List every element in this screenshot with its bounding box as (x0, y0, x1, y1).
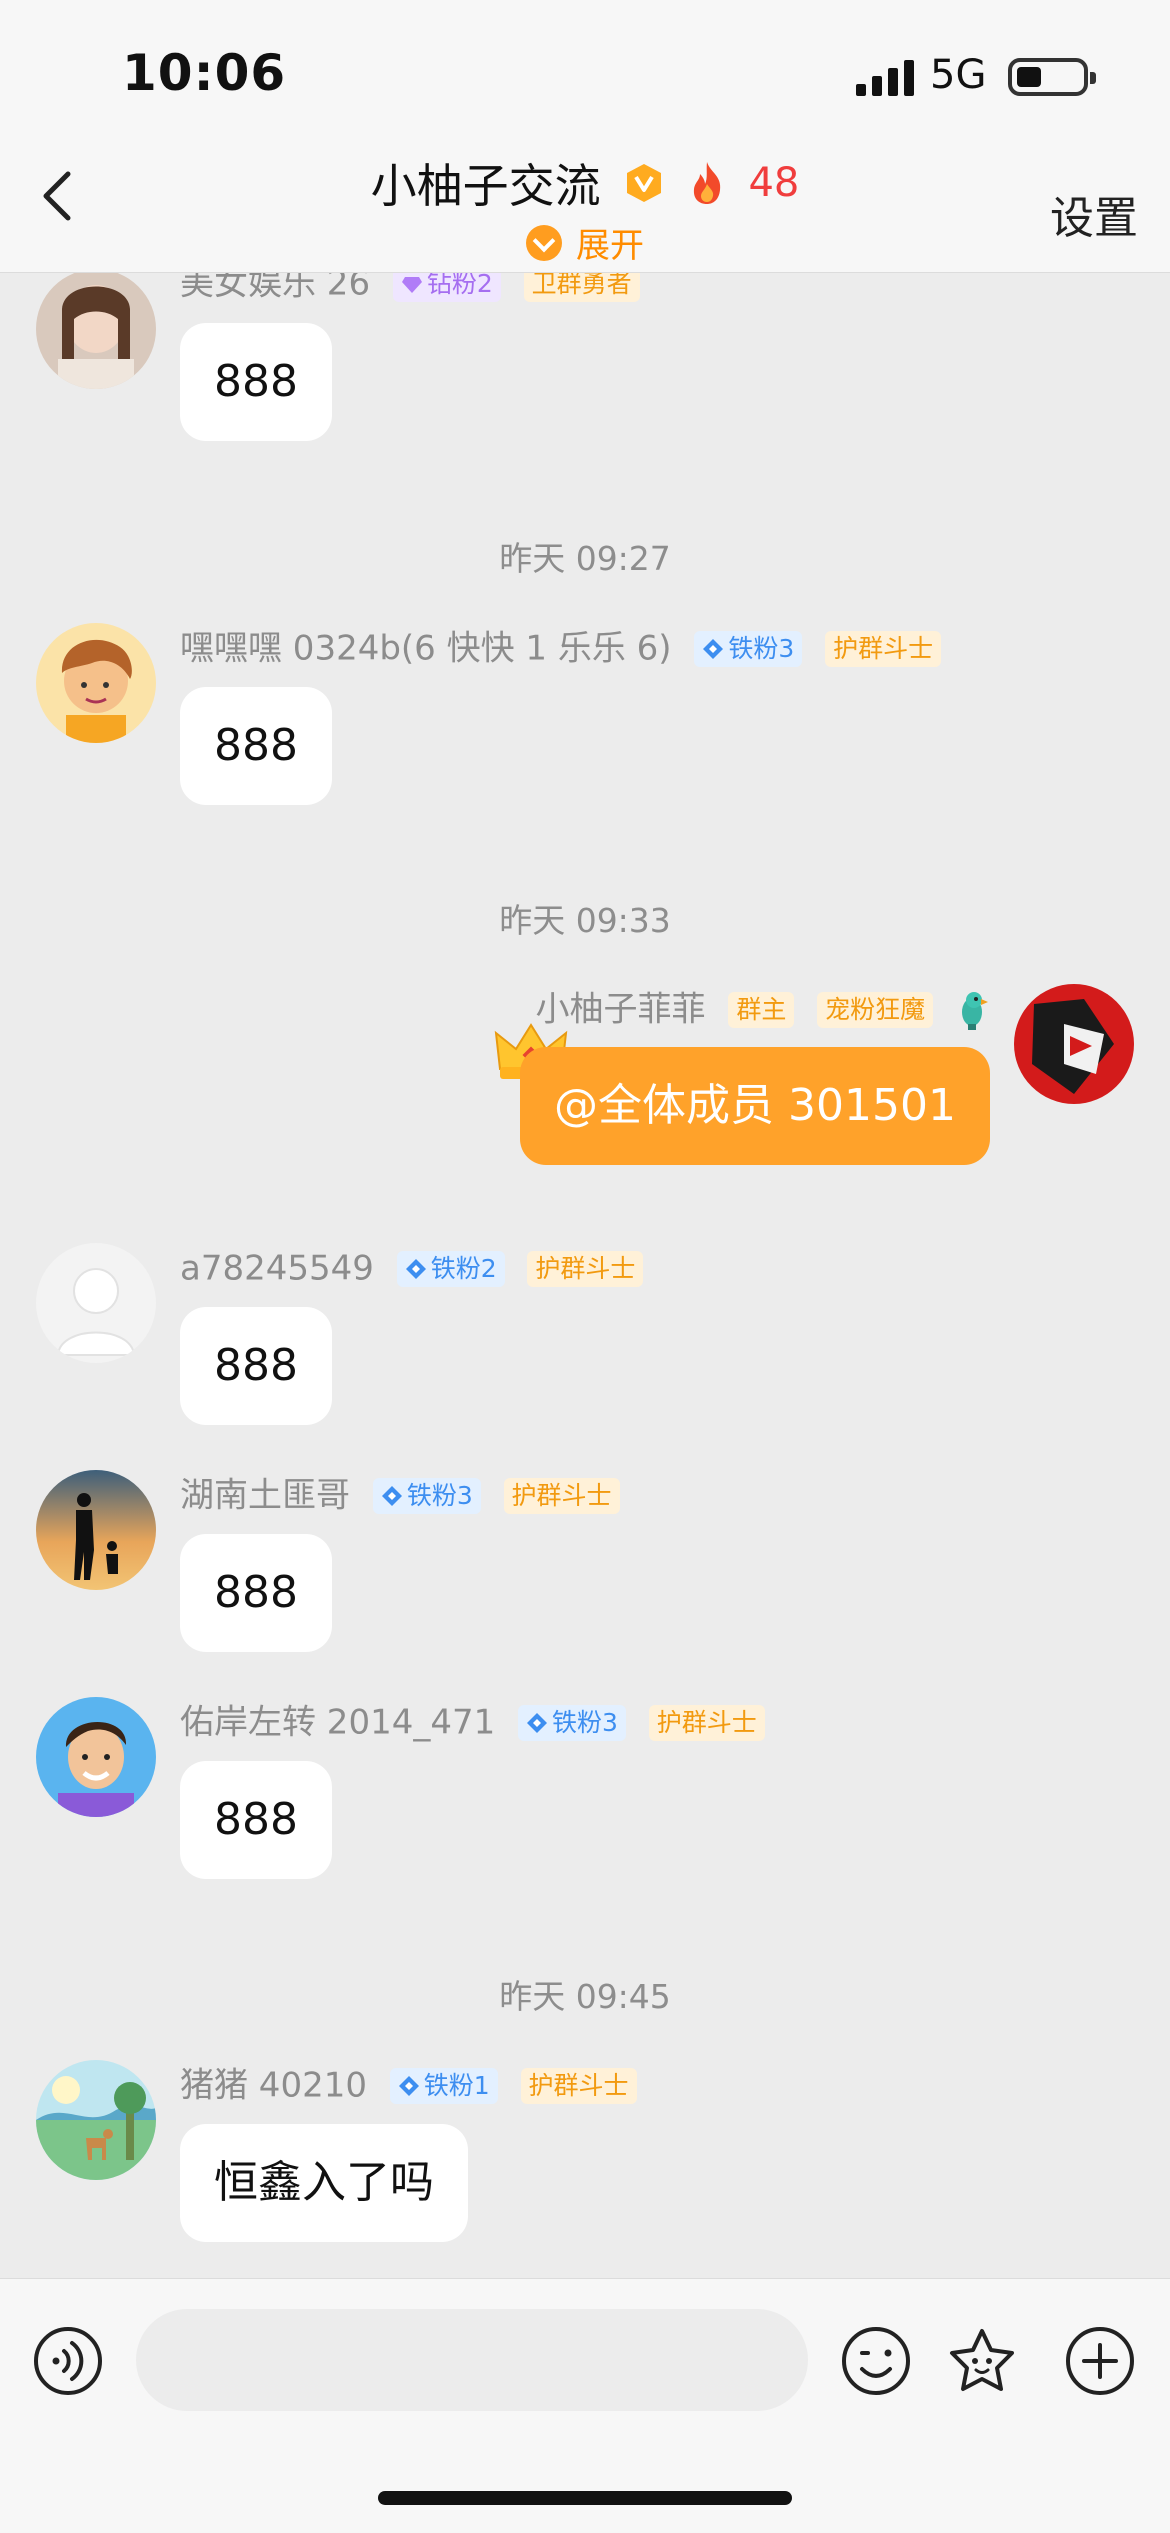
diamond-icon (405, 1258, 426, 1279)
fire-icon (693, 162, 721, 204)
avatar[interactable] (1014, 984, 1134, 1104)
sender-name[interactable]: 嘿嘿嘿 0324b(6 快快 1 乐乐 6) (180, 629, 672, 669)
diamond-icon (401, 276, 422, 293)
status-bar: 10:06 5G (0, 0, 1170, 140)
network-label: 5G (930, 52, 987, 98)
message-bubble[interactable]: 888 (180, 1761, 332, 1879)
avatar-landscape-deer (36, 2060, 156, 2180)
star-sticker-icon[interactable] (946, 2325, 1018, 2397)
timestamp: 昨天 09:45 (499, 1977, 671, 2016)
owner-badge: 群主 (728, 991, 795, 1028)
sender-name[interactable]: 佑岸左转 2014_471 (180, 1703, 495, 1743)
chat-title: 小柚子交流 (370, 159, 601, 213)
chat-header: 小柚子交流 48 展开 设置 (0, 140, 1170, 273)
role-badge: 护群斗士 (527, 1250, 644, 1287)
fan-level-badge: 铁粉3 (372, 1477, 481, 1514)
settings-button[interactable]: 设置 (1050, 182, 1138, 246)
avatar[interactable] (36, 1470, 156, 1590)
status-time: 10:06 (122, 44, 287, 102)
role-badge: 护群斗士 (520, 2067, 637, 2104)
avatar[interactable] (36, 1697, 156, 1817)
role-badge: 卫群勇者 (523, 273, 640, 302)
timestamp: 昨天 09:33 (499, 901, 671, 940)
sender-meta: 湖南土匪哥 铁粉3 护群斗士 (180, 1473, 620, 1516)
fan-level-badge: 铁粉1 (389, 2067, 498, 2104)
role-badge: 护群斗士 (648, 1704, 765, 1741)
input-bar (0, 2278, 1170, 2533)
expand-button[interactable]: 展开 (0, 218, 1170, 267)
avatar-cartoon-boy (36, 623, 156, 743)
sender-name[interactable]: a78245549 (180, 1249, 374, 1289)
message-bubble[interactable]: 恒鑫入了吗 (180, 2124, 468, 2242)
sender-name[interactable]: 湖南土匪哥 (180, 1476, 350, 1516)
avatar-photo-woman (36, 273, 156, 389)
role-badge: 护群斗士 (825, 630, 942, 667)
sender-meta: 小柚子菲菲 群主 宠粉狂魔 (536, 987, 990, 1030)
expand-label: 展开 (576, 226, 644, 266)
plus-icon[interactable] (1064, 2325, 1136, 2397)
role-badge: 护群斗士 (503, 1477, 620, 1514)
fan-level-badge: 铁粉3 (694, 630, 803, 667)
signal-icon (856, 60, 914, 96)
fire-count: 48 (748, 160, 800, 206)
diamond-icon (381, 1485, 402, 1506)
message-list[interactable]: 美女娱乐 26 钻粉2 卫群勇者 888 昨天 09:27 嘿嘿嘿 0324b(… (0, 273, 1170, 2278)
verified-v-icon (627, 164, 662, 202)
sender-meta: 佑岸左转 2014_471 铁粉3 护群斗士 (180, 1700, 765, 1743)
avatar-sunset-silhouette (36, 1470, 156, 1590)
chevron-down-icon (526, 224, 562, 261)
fan-level-badge: 铁粉3 (518, 1704, 626, 1741)
avatar-default-person (36, 1243, 156, 1363)
message-bubble[interactable]: @全体成员 301501 (520, 1047, 990, 1165)
sender-name[interactable]: 猪猪 40210 (180, 2066, 367, 2106)
message-bubble[interactable]: 888 (180, 1534, 332, 1652)
fan-level-badge: 铁粉2 (396, 1250, 505, 1287)
message-bubble[interactable]: 888 (180, 1307, 332, 1425)
emoji-icon[interactable] (840, 2325, 912, 2397)
timestamp: 昨天 09:27 (499, 539, 671, 578)
diamond-icon (398, 2075, 419, 2096)
sender-meta: 猪猪 40210 铁粉1 护群斗士 (180, 2063, 637, 2106)
sender-meta: 嘿嘿嘿 0324b(6 快快 1 乐乐 6) 铁粉3 护群斗士 (180, 626, 942, 669)
message-bubble[interactable]: 888 (180, 687, 332, 805)
avatar[interactable] (36, 623, 156, 743)
chat-title-row[interactable]: 小柚子交流 48 (0, 150, 1170, 216)
fan-level-badge: 钻粉2 (392, 273, 501, 302)
sender-meta: a78245549 铁粉2 护群斗士 (180, 1246, 644, 1289)
avatar-cartoon-man (36, 1697, 156, 1817)
sender-name[interactable]: 美女娱乐 26 (180, 273, 370, 304)
battery-icon (1008, 58, 1096, 96)
voice-icon[interactable] (32, 2325, 104, 2397)
message-input[interactable] (136, 2309, 808, 2411)
avatar-self (1014, 984, 1134, 1104)
message-bubble[interactable]: 888 (180, 323, 332, 441)
avatar[interactable] (36, 273, 156, 389)
avatar[interactable] (36, 2060, 156, 2180)
parrot-icon (962, 991, 988, 1030)
home-indicator[interactable] (378, 2491, 792, 2505)
sender-meta: 美女娱乐 26 钻粉2 卫群勇者 (180, 273, 640, 304)
avatar[interactable] (36, 1243, 156, 1363)
diamond-icon (527, 1712, 548, 1733)
role-badge: 宠粉狂魔 (817, 991, 934, 1028)
diamond-icon (703, 638, 724, 659)
